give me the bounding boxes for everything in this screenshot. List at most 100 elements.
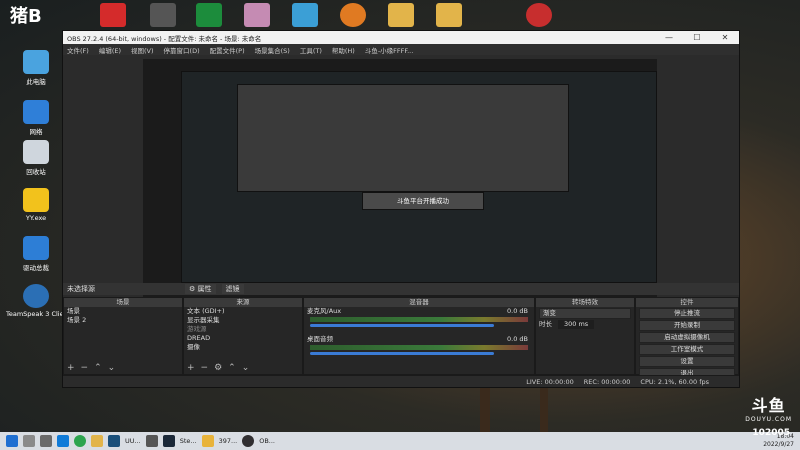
- task-view-icon[interactable]: [40, 435, 52, 447]
- desktop-icon[interactable]: 此电脑: [6, 50, 66, 86]
- menu-scene-collection[interactable]: 场景集合(S): [255, 45, 290, 55]
- close-button[interactable]: ✕: [711, 33, 739, 42]
- folder-icon[interactable]: [388, 3, 414, 27]
- app-icon[interactable]: [292, 3, 318, 27]
- source-item[interactable]: 摄像: [184, 343, 302, 352]
- obs-window: OBS 27.2.4 (64-bit, windows) - 配置文件: 未命名…: [62, 30, 740, 388]
- volume-meter: [310, 317, 528, 322]
- menu-tools[interactable]: 工具(T): [300, 45, 322, 55]
- desktop-icon[interactable]: 回收站: [6, 140, 66, 176]
- app-icon[interactable]: [100, 3, 126, 27]
- scene-item[interactable]: 场景 2: [64, 316, 182, 325]
- app-icon[interactable]: [201, 435, 214, 447]
- sources-title: 来源: [184, 298, 302, 307]
- duration-input[interactable]: 300 ms: [558, 320, 595, 329]
- uu-icon[interactable]: [108, 435, 120, 447]
- douyu-watermark: 斗鱼 DOUYU.COM: [745, 392, 792, 423]
- obs-icon[interactable]: [242, 435, 255, 447]
- mixer-panel: 混音器 麦克风/Aux 0.0 dB 桌面音频 0.0 dB: [303, 297, 535, 375]
- preview-canvas[interactable]: 斗鱼平台开播成功: [143, 59, 657, 307]
- track-db: 0.0 dB: [507, 335, 528, 343]
- search-icon[interactable]: [23, 435, 35, 447]
- window-title: OBS 27.2.4 (64-bit, windows) - 配置文件: 未命名…: [67, 34, 262, 43]
- desktop-icon[interactable]: TeamSpeak 3 Client: [6, 284, 66, 318]
- track-name: 桌面音频: [307, 335, 333, 343]
- source-item[interactable]: 游戏源: [184, 325, 302, 334]
- cpu-status: CPU: 2.1%, 60.00 fps: [640, 377, 709, 386]
- status-bar: LIVE: 00:00:00 REC: 00:00:00 CPU: 2.1%, …: [63, 375, 739, 387]
- windows-start-icon[interactable]: [6, 435, 18, 447]
- sources-panel: 来源 文本 (GDI+) 显示器采集 游戏源 DREAD 摄像 +−⚙⌃⌄: [183, 297, 303, 375]
- menu-help[interactable]: 帮助(H): [332, 45, 355, 55]
- menu-edit[interactable]: 编辑(E): [99, 45, 121, 55]
- nested-preview: 斗鱼平台开播成功: [181, 71, 657, 283]
- douyu-logo: 斗鱼: [751, 396, 786, 415]
- window-titlebar: OBS 27.2.4 (64-bit, windows) - 配置文件: 未命名…: [63, 31, 739, 44]
- volume-slider[interactable]: [310, 352, 494, 355]
- app-icon[interactable]: [196, 3, 222, 27]
- desktop-icon[interactable]: 驱动总裁: [6, 236, 66, 272]
- start-recording-button[interactable]: 开始录制: [639, 320, 735, 331]
- maximize-button[interactable]: ☐: [683, 33, 711, 42]
- taskbar-app-label[interactable]: Ste...: [180, 437, 197, 445]
- no-source-label: 未选择源: [67, 285, 95, 293]
- chrome-icon[interactable]: [74, 435, 86, 447]
- app-icon[interactable]: [150, 3, 176, 27]
- duration-row: 时长 300 ms: [536, 320, 634, 329]
- minimize-button[interactable]: —: [655, 33, 683, 42]
- duration-label: 时长: [539, 320, 552, 328]
- edge-icon[interactable]: [57, 435, 69, 447]
- menu-douyu[interactable]: 斗鱼-小缘FFFF...: [365, 45, 413, 55]
- source-toolbar: 未选择源 ⚙ 属性 滤镜: [63, 283, 739, 295]
- menu-bar: 文件(F) 编辑(E) 视图(V) 停靠窗口(D) 配置文件(P) 场景集合(S…: [63, 44, 739, 55]
- track-name: 麦克风/Aux: [307, 307, 342, 315]
- virtual-camera-button[interactable]: 启动虚拟摄像机: [639, 332, 735, 343]
- rec-status: REC: 00:00:00: [583, 377, 631, 386]
- nested-overlay-text: 斗鱼平台开播成功: [362, 192, 484, 210]
- menu-file[interactable]: 文件(F): [67, 45, 89, 55]
- top-icon-row: [0, 0, 800, 34]
- live-status: LIVE: 00:00:00: [526, 377, 574, 386]
- stop-streaming-button[interactable]: 停止推流: [639, 308, 735, 319]
- folder-icon[interactable]: [91, 435, 103, 447]
- source-item[interactable]: 文本 (GDI+): [184, 307, 302, 316]
- transitions-panel: 转场特效 渐变 时长 300 ms: [535, 297, 635, 375]
- mixer-title: 混音器: [304, 298, 534, 307]
- settings-button[interactable]: 设置: [639, 356, 735, 367]
- menu-view[interactable]: 视图(V): [131, 45, 154, 55]
- mixer-track: 麦克风/Aux 0.0 dB: [304, 307, 534, 316]
- folder-icon[interactable]: [436, 3, 462, 27]
- nested-preview-inner: [237, 84, 569, 192]
- menu-docks[interactable]: 停靠窗口(D): [164, 45, 200, 55]
- transition-select[interactable]: 渐变: [539, 308, 631, 319]
- taskbar: UU... Ste... 397... OB... 18:04 2022/9/2…: [0, 432, 800, 450]
- app-icon[interactable]: [244, 3, 270, 27]
- douyu-url: DOUYU.COM: [745, 416, 792, 423]
- app-icon[interactable]: [145, 435, 158, 447]
- desktop-icon[interactable]: YY.exe: [6, 188, 66, 222]
- scenes-panel: 场景 场景 场景 2 +−⌃⌄: [63, 297, 183, 375]
- app-icon[interactable]: [340, 3, 366, 27]
- steam-icon[interactable]: [526, 3, 552, 27]
- filters-button[interactable]: 滤镜: [221, 284, 244, 294]
- steam-icon[interactable]: [162, 435, 175, 447]
- desktop-icon[interactable]: 网络: [6, 100, 66, 136]
- room-id: 102005: [752, 428, 790, 438]
- scene-toolbar[interactable]: +−⌃⌄: [67, 363, 121, 373]
- scenes-title: 场景: [64, 298, 182, 307]
- properties-button[interactable]: ⚙ 属性: [185, 284, 216, 294]
- studio-mode-button[interactable]: 工作室模式: [639, 344, 735, 355]
- source-item[interactable]: 显示器采集: [184, 316, 302, 325]
- volume-slider[interactable]: [310, 324, 494, 327]
- source-item[interactable]: DREAD: [184, 334, 302, 343]
- taskbar-app-label[interactable]: OB...: [259, 437, 275, 445]
- taskbar-app-label[interactable]: 397...: [219, 437, 238, 445]
- taskbar-app-label[interactable]: UU...: [125, 437, 141, 445]
- transitions-title: 转场特效: [536, 298, 634, 307]
- menu-profile[interactable]: 配置文件(P): [210, 45, 245, 55]
- clock-date: 2022/9/27: [763, 441, 794, 448]
- controls-panel: 控件 停止推流 开始录制 启动虚拟摄像机 工作室模式 设置 退出: [635, 297, 739, 379]
- track-db: 0.0 dB: [507, 307, 528, 315]
- source-toolbar-buttons[interactable]: +−⚙⌃⌄: [187, 363, 255, 373]
- scene-item[interactable]: 场景: [64, 307, 182, 316]
